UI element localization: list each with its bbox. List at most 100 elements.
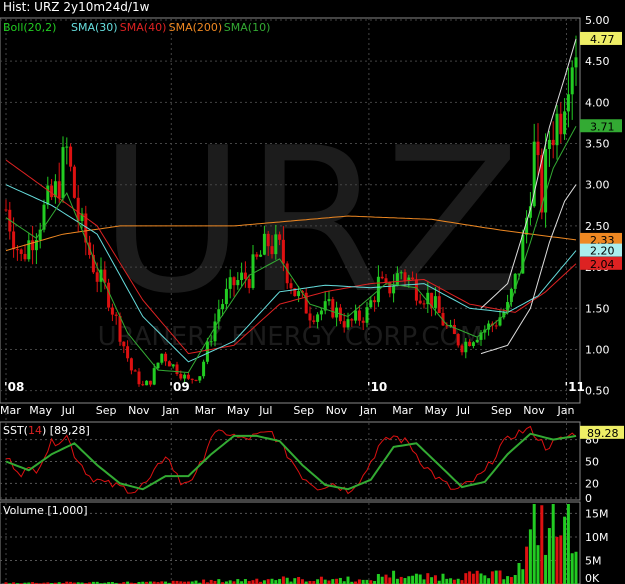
candle-body	[145, 380, 149, 386]
volume-bar	[536, 545, 540, 584]
candle-body	[327, 299, 331, 302]
candle-body	[563, 111, 567, 135]
volume-bar	[418, 574, 422, 584]
volume-bar	[281, 576, 285, 584]
month-label: Jan	[161, 404, 179, 417]
candle-body	[399, 272, 403, 274]
candle-body	[395, 273, 399, 286]
sst-value-tag: 89.28	[580, 425, 624, 440]
candle-body	[164, 353, 168, 362]
candle-body	[312, 320, 316, 322]
candle-body	[536, 141, 540, 156]
volume-bar	[228, 580, 232, 584]
year-label: '09	[169, 380, 189, 394]
volume-bar	[335, 578, 339, 584]
candle-body	[266, 233, 270, 247]
candle-body	[122, 341, 126, 347]
volume-bar	[384, 574, 388, 584]
volume-bar	[323, 579, 327, 584]
volume-bar	[255, 578, 259, 584]
month-label: Nov	[128, 404, 150, 417]
volume-bar	[555, 536, 559, 584]
candle-body	[160, 353, 164, 363]
volume-bar	[509, 577, 513, 584]
candle-body	[50, 185, 54, 198]
candle-body	[555, 113, 559, 146]
indicator-legend: Boll(20,2) SMA(30) SMA(40) SMA(200) SMA(10)	[3, 21, 270, 34]
volume-bar	[559, 535, 563, 584]
price-y-tick: 1.00	[585, 343, 610, 356]
value-tag-label: 2.20	[590, 245, 615, 258]
volume-bar	[547, 528, 551, 584]
candle-body	[384, 278, 388, 283]
candle-body	[171, 364, 175, 367]
volume-bar	[202, 579, 206, 584]
candle-body	[175, 364, 179, 375]
candle-body	[167, 361, 171, 367]
volume-bar	[217, 579, 221, 584]
volume-bar	[388, 577, 392, 584]
volume-bar	[517, 563, 521, 584]
volume-bar	[502, 579, 506, 584]
volume-bar	[471, 573, 475, 584]
candle-body	[566, 94, 570, 112]
volume-bar	[300, 579, 304, 584]
candle-body	[304, 292, 308, 314]
candle-body	[224, 288, 228, 305]
volume-bar	[357, 579, 361, 584]
candle-body	[247, 278, 251, 288]
volume-bar	[369, 580, 373, 584]
sst-tag-label: 89.28	[587, 427, 619, 440]
month-label: Mar	[195, 404, 216, 417]
candle-body	[114, 314, 118, 316]
volume-bar	[483, 575, 487, 584]
candle-body	[259, 254, 263, 257]
month-label: Mar	[0, 404, 21, 417]
sst-values: ) [89,28]	[42, 424, 90, 437]
volume-bar	[506, 576, 510, 584]
month-label: Jan	[557, 404, 575, 417]
volume-bar	[209, 579, 213, 584]
month-label: Nov	[523, 404, 545, 417]
sst-y-tick: 0	[585, 492, 592, 505]
month-label: May	[425, 404, 448, 417]
candle-body	[148, 380, 152, 385]
sst-y-tick: 50	[585, 456, 599, 469]
volume-bar	[528, 529, 532, 584]
price-y-tick: 3.50	[585, 138, 610, 151]
volume-bar	[403, 578, 407, 584]
month-label: Jul	[61, 404, 75, 417]
candle-body	[19, 249, 23, 254]
candle-body	[12, 231, 16, 250]
watermark-symbol: URZ	[99, 105, 521, 338]
volume-bar	[319, 576, 323, 584]
candle-body	[65, 146, 69, 148]
candle-body	[205, 341, 209, 362]
candle-body	[69, 146, 73, 167]
volume-bar	[422, 579, 426, 584]
volume-bar	[380, 576, 384, 584]
year-label: '08	[4, 380, 24, 394]
volume-bar	[452, 579, 456, 584]
candle-body	[129, 358, 133, 371]
candle-body	[57, 181, 61, 199]
volume-bar	[566, 504, 570, 584]
year-label: '10	[367, 380, 387, 394]
candle-body	[15, 249, 19, 251]
candle-body	[414, 279, 418, 301]
volume-bar	[487, 578, 491, 584]
price-y-tick: 3.00	[585, 179, 610, 192]
candle-body	[551, 139, 555, 146]
candle-body	[547, 139, 551, 149]
candle-body	[297, 291, 301, 297]
volume-bar	[365, 579, 369, 584]
candle-body	[133, 370, 137, 372]
value-tag-label: 3.71	[590, 120, 615, 133]
candle-body	[456, 334, 460, 346]
volume-bar	[285, 577, 289, 584]
candle-body	[437, 296, 441, 313]
candle-body	[46, 185, 50, 205]
candle-body	[464, 341, 468, 353]
price-y-tick: 4.00	[585, 96, 610, 109]
candle-body	[559, 113, 563, 135]
